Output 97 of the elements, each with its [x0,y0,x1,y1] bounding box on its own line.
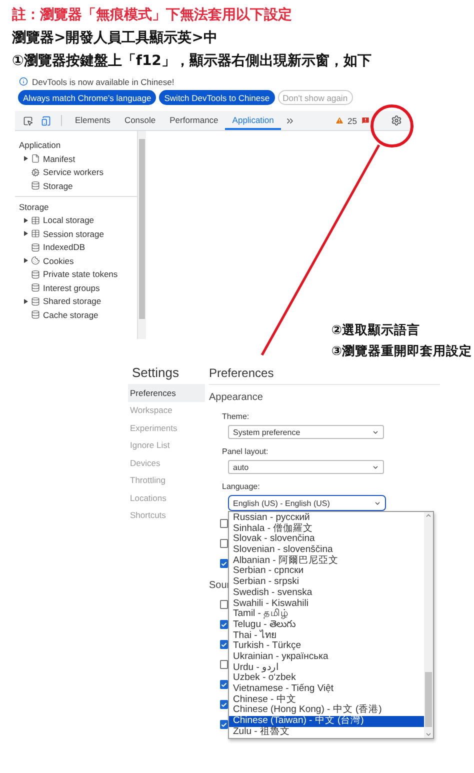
language-option[interactable]: Slovak - slovenčina [229,534,424,546]
sidebar-section-title: Storage [18,200,50,214]
checkbox[interactable] [220,519,228,528]
language-option[interactable]: Chinese (Hong Kong) - 中文 (香港) [229,705,424,716]
checkbox[interactable] [220,600,228,609]
scroll-down-icon[interactable] [425,731,432,738]
gears-icon [31,168,40,177]
cookie-icon [31,256,40,266]
database-icon [31,270,40,279]
section-heading: Appearance [209,392,264,404]
checkbox[interactable] [220,700,228,709]
banner-button[interactable]: Switch DevTools to Chinese [159,90,275,105]
more-tabs-icon[interactable] [284,116,295,126]
panel-tab[interactable]: Performance [162,111,226,130]
panel-tab[interactable]: Application [225,111,281,130]
database-icon [31,283,40,292]
banner-message: DevTools is now available in Chinese! [32,76,174,86]
settings-title: Settings [131,364,180,382]
warning-icon[interactable] [334,116,344,125]
page-heading: Preferences [209,361,440,385]
scrollbar[interactable] [424,512,433,738]
highlight-circle [370,104,414,148]
select-field[interactable]: auto [228,460,384,474]
field-label: Theme: [221,412,250,422]
language-option[interactable]: Urdu - اردو [229,662,424,674]
issues-icon[interactable] [361,116,370,125]
sidebar-item[interactable]: Cookies [43,256,74,266]
sidebar-item[interactable]: Shared storage [43,296,102,306]
sidebar-item[interactable]: Session storage [43,228,104,239]
checkbox[interactable] [220,660,228,669]
sidebar-item[interactable]: Private state tokens [43,269,118,280]
language-option[interactable]: Ukrainian - українська [229,652,424,663]
database-icon [31,310,40,320]
panel-tab[interactable]: Elements [68,111,118,130]
language-option[interactable]: Zulu - 祖魯文 [229,726,424,738]
file-icon [31,154,40,164]
database-icon [31,242,40,252]
checkbox[interactable] [220,620,228,629]
language-option[interactable]: Vietnamese - Tiếng Việt [229,684,424,695]
inspect-icon[interactable] [23,116,33,126]
sidebar-item[interactable]: Cache storage [43,310,98,320]
checkbox[interactable] [220,539,228,548]
settings-icon[interactable] [391,115,402,126]
language-option[interactable]: Swedish - svenska [229,588,424,598]
language-dropdown-list[interactable] [228,511,434,740]
language-option[interactable]: Swahili - Kiswahili [229,598,424,610]
expand-caret-icon[interactable] [24,156,28,162]
language-option[interactable]: Turkish - Türkçe [229,641,424,652]
language-option[interactable]: Sinhala - 僧伽羅文 [229,524,424,534]
expand-caret-icon[interactable] [24,231,28,236]
field-label: Language: [221,482,261,492]
sidebar-item[interactable]: Manifest [43,154,76,164]
sidebar-item[interactable]: Storage [43,180,73,191]
scrollbar-thumb[interactable] [425,672,432,728]
step-instruction: ①瀏覽器按鍵盤上「f12」，顯示器右側出現新示窗，如下 [11,52,372,71]
database-icon [31,181,40,190]
language-option[interactable]: Albanian - 阿爾巴尼亞文 [229,556,424,566]
sidebar-item[interactable]: Service workers [43,167,104,178]
language-option[interactable]: Tamil - தமிழ் [229,609,424,620]
language-option[interactable]: Russian - русский [229,513,424,524]
sidebar-item[interactable]: IndexedDB [43,242,86,252]
expand-caret-icon[interactable] [24,258,28,264]
language-option[interactable]: Uzbek - o‘zbek [229,673,424,684]
step-instruction: ②選取顯示語言 [331,321,421,339]
language-option[interactable]: Telugu - తెలుగు [229,620,424,631]
sidebar-item[interactable]: Local storage [43,215,94,226]
sidebar-section-title: Application [18,139,62,152]
menu-path: 瀏覽器>開發人員工具顯示英>中 [11,29,218,48]
table-icon [31,216,40,225]
info-icon [19,77,28,86]
scroll-up-icon[interactable] [425,512,432,519]
checkbox[interactable] [220,720,228,729]
warning-count[interactable]: 25 [348,116,357,126]
select-field[interactable]: System preference [228,425,384,439]
banner-button[interactable]: Always match Chrome's language [18,90,156,105]
checkbox[interactable] [220,559,228,568]
field-label: Panel layout: [221,447,270,457]
sidebar-item[interactable]: Interest groups [43,282,100,293]
database-icon [31,296,40,306]
language-option[interactable]: Chinese - 中文 [229,694,424,706]
checkbox[interactable] [220,680,228,689]
checkbox[interactable] [220,640,228,649]
step-instruction: ③瀏覽器重開即套用設定 [331,342,472,360]
expand-caret-icon[interactable] [24,298,28,304]
settings-nav-item[interactable]: Preferences [128,384,205,402]
device-toolbar-icon[interactable] [41,116,51,126]
panel-tab[interactable]: Console [117,111,163,130]
language-option[interactable]: Thai - ไทย [229,630,424,642]
expand-caret-icon[interactable] [24,218,28,223]
scrollbar[interactable] [138,131,146,339]
language-option[interactable]: Slovenian - slovenščina [229,545,424,556]
language-option[interactable]: Serbian - srpski [229,577,424,588]
language-option[interactable]: Serbian - српски [229,566,424,578]
select-field[interactable]: English (US) - English (US) [228,495,386,511]
scrollbar-thumb[interactable] [139,139,145,319]
table-icon [31,229,40,238]
warning-note: 註：瀏覽器「無痕模式」下無法套用以下設定 [11,6,293,25]
